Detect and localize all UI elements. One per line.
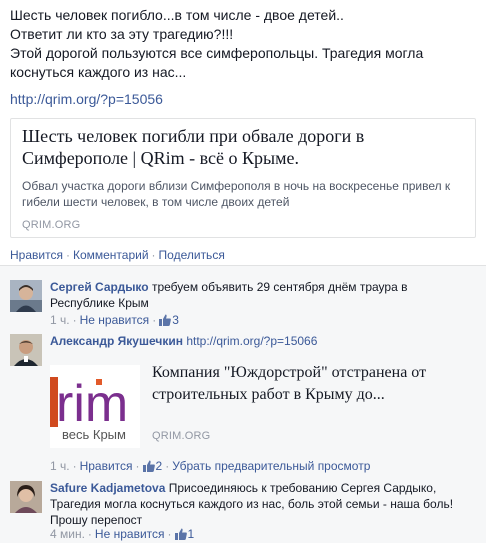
attachment-logo-text: весь Крым [62, 427, 126, 442]
post-actions: Нравится · Комментарий · Поделиться [10, 248, 225, 262]
attachment-logo[interactable]: rim весь Крым [50, 365, 140, 448]
comment-time[interactable]: 1 ч. [50, 459, 70, 473]
comment-link[interactable]: Комментарий [73, 248, 149, 262]
post-link[interactable]: http://qrim.org/?p=15056 [10, 91, 163, 107]
separator: · [167, 527, 172, 541]
avatar[interactable] [10, 280, 42, 312]
share-link[interactable]: Поделиться [159, 248, 225, 262]
post-line: Этой дорогой пользуются все симферопольц… [10, 45, 424, 61]
attachment-domain: QRIM.ORG [152, 430, 211, 442]
separator: · [87, 527, 92, 541]
link-preview-domain: QRIM.ORG [22, 219, 81, 231]
link-preview-title[interactable]: Шесть человек погибли при обвале дороги … [22, 125, 462, 169]
avatar[interactable] [10, 481, 42, 513]
post-text: Шесть человек погибло...в том числе - дв… [10, 6, 480, 82]
comment-link[interactable]: http://qrim.org/?p=15066 [186, 334, 317, 348]
like-link[interactable]: Нравится [80, 459, 133, 473]
comment-author[interactable]: Александр Якушечкин [50, 334, 183, 348]
svg-text:rim: rim [56, 375, 128, 433]
comment-body: Александр Якушечкин http://qrim.org/?p=1… [50, 333, 475, 349]
attachment-title[interactable]: Компания "Юждорстрой" отстранена от стро… [152, 362, 472, 406]
comment-time[interactable]: 1 ч. [50, 313, 70, 327]
separator: · [65, 248, 70, 262]
like-count[interactable]: 1 [174, 527, 194, 541]
comment-body: Сергей Сардыко требуем объявить 29 сентя… [50, 279, 475, 311]
remove-preview-link[interactable]: Убрать предварительный просмотр [172, 459, 370, 473]
thumbs-up-icon [142, 460, 155, 472]
comment-author[interactable]: Сергей Сардыко [50, 280, 149, 294]
like-link[interactable]: Нравится [10, 248, 63, 262]
thumbs-up-icon [174, 528, 187, 540]
thumbs-up-icon [159, 314, 172, 326]
comment-attachment[interactable]: rim весь Крым Компания "Юждорстрой" отст… [50, 362, 475, 448]
separator: · [165, 459, 170, 473]
comment-author[interactable]: Safure Kadjametova [50, 481, 165, 495]
like-link[interactable]: Не нравится [80, 313, 150, 327]
comment-body: Safure Kadjametova Присоединяюсь к требо… [50, 480, 475, 528]
post-line: Ответит ли кто за эту трагедию?!!! [10, 26, 234, 42]
like-count[interactable]: 2 [142, 459, 162, 473]
like-count[interactable]: 3 [159, 313, 179, 327]
comment-meta: 1 ч. · Нравится · 2 · Убрать предварительный п… [50, 459, 370, 473]
separator: · [72, 313, 77, 327]
comment-time[interactable]: 4 мин. [50, 527, 85, 541]
avatar[interactable] [10, 334, 42, 366]
separator: · [72, 459, 77, 473]
link-preview-description: Обвал участка дороги вблизи Симферополя … [22, 179, 451, 209]
separator: · [135, 459, 140, 473]
like-link[interactable]: Не нравится [95, 527, 165, 541]
separator: · [151, 248, 156, 262]
post-line: Шесть человек погибло...в том числе - дв… [10, 7, 344, 23]
comment-meta: 4 мин. · Не нравится · 1 [50, 527, 194, 541]
post-line: коснуться каждого из нас... [10, 64, 187, 80]
link-preview-card[interactable]: Шесть человек погибли при обвале дороги … [10, 118, 476, 238]
separator: · [152, 313, 157, 327]
comment-meta: 1 ч. · Не нравится · 3 [50, 313, 179, 327]
